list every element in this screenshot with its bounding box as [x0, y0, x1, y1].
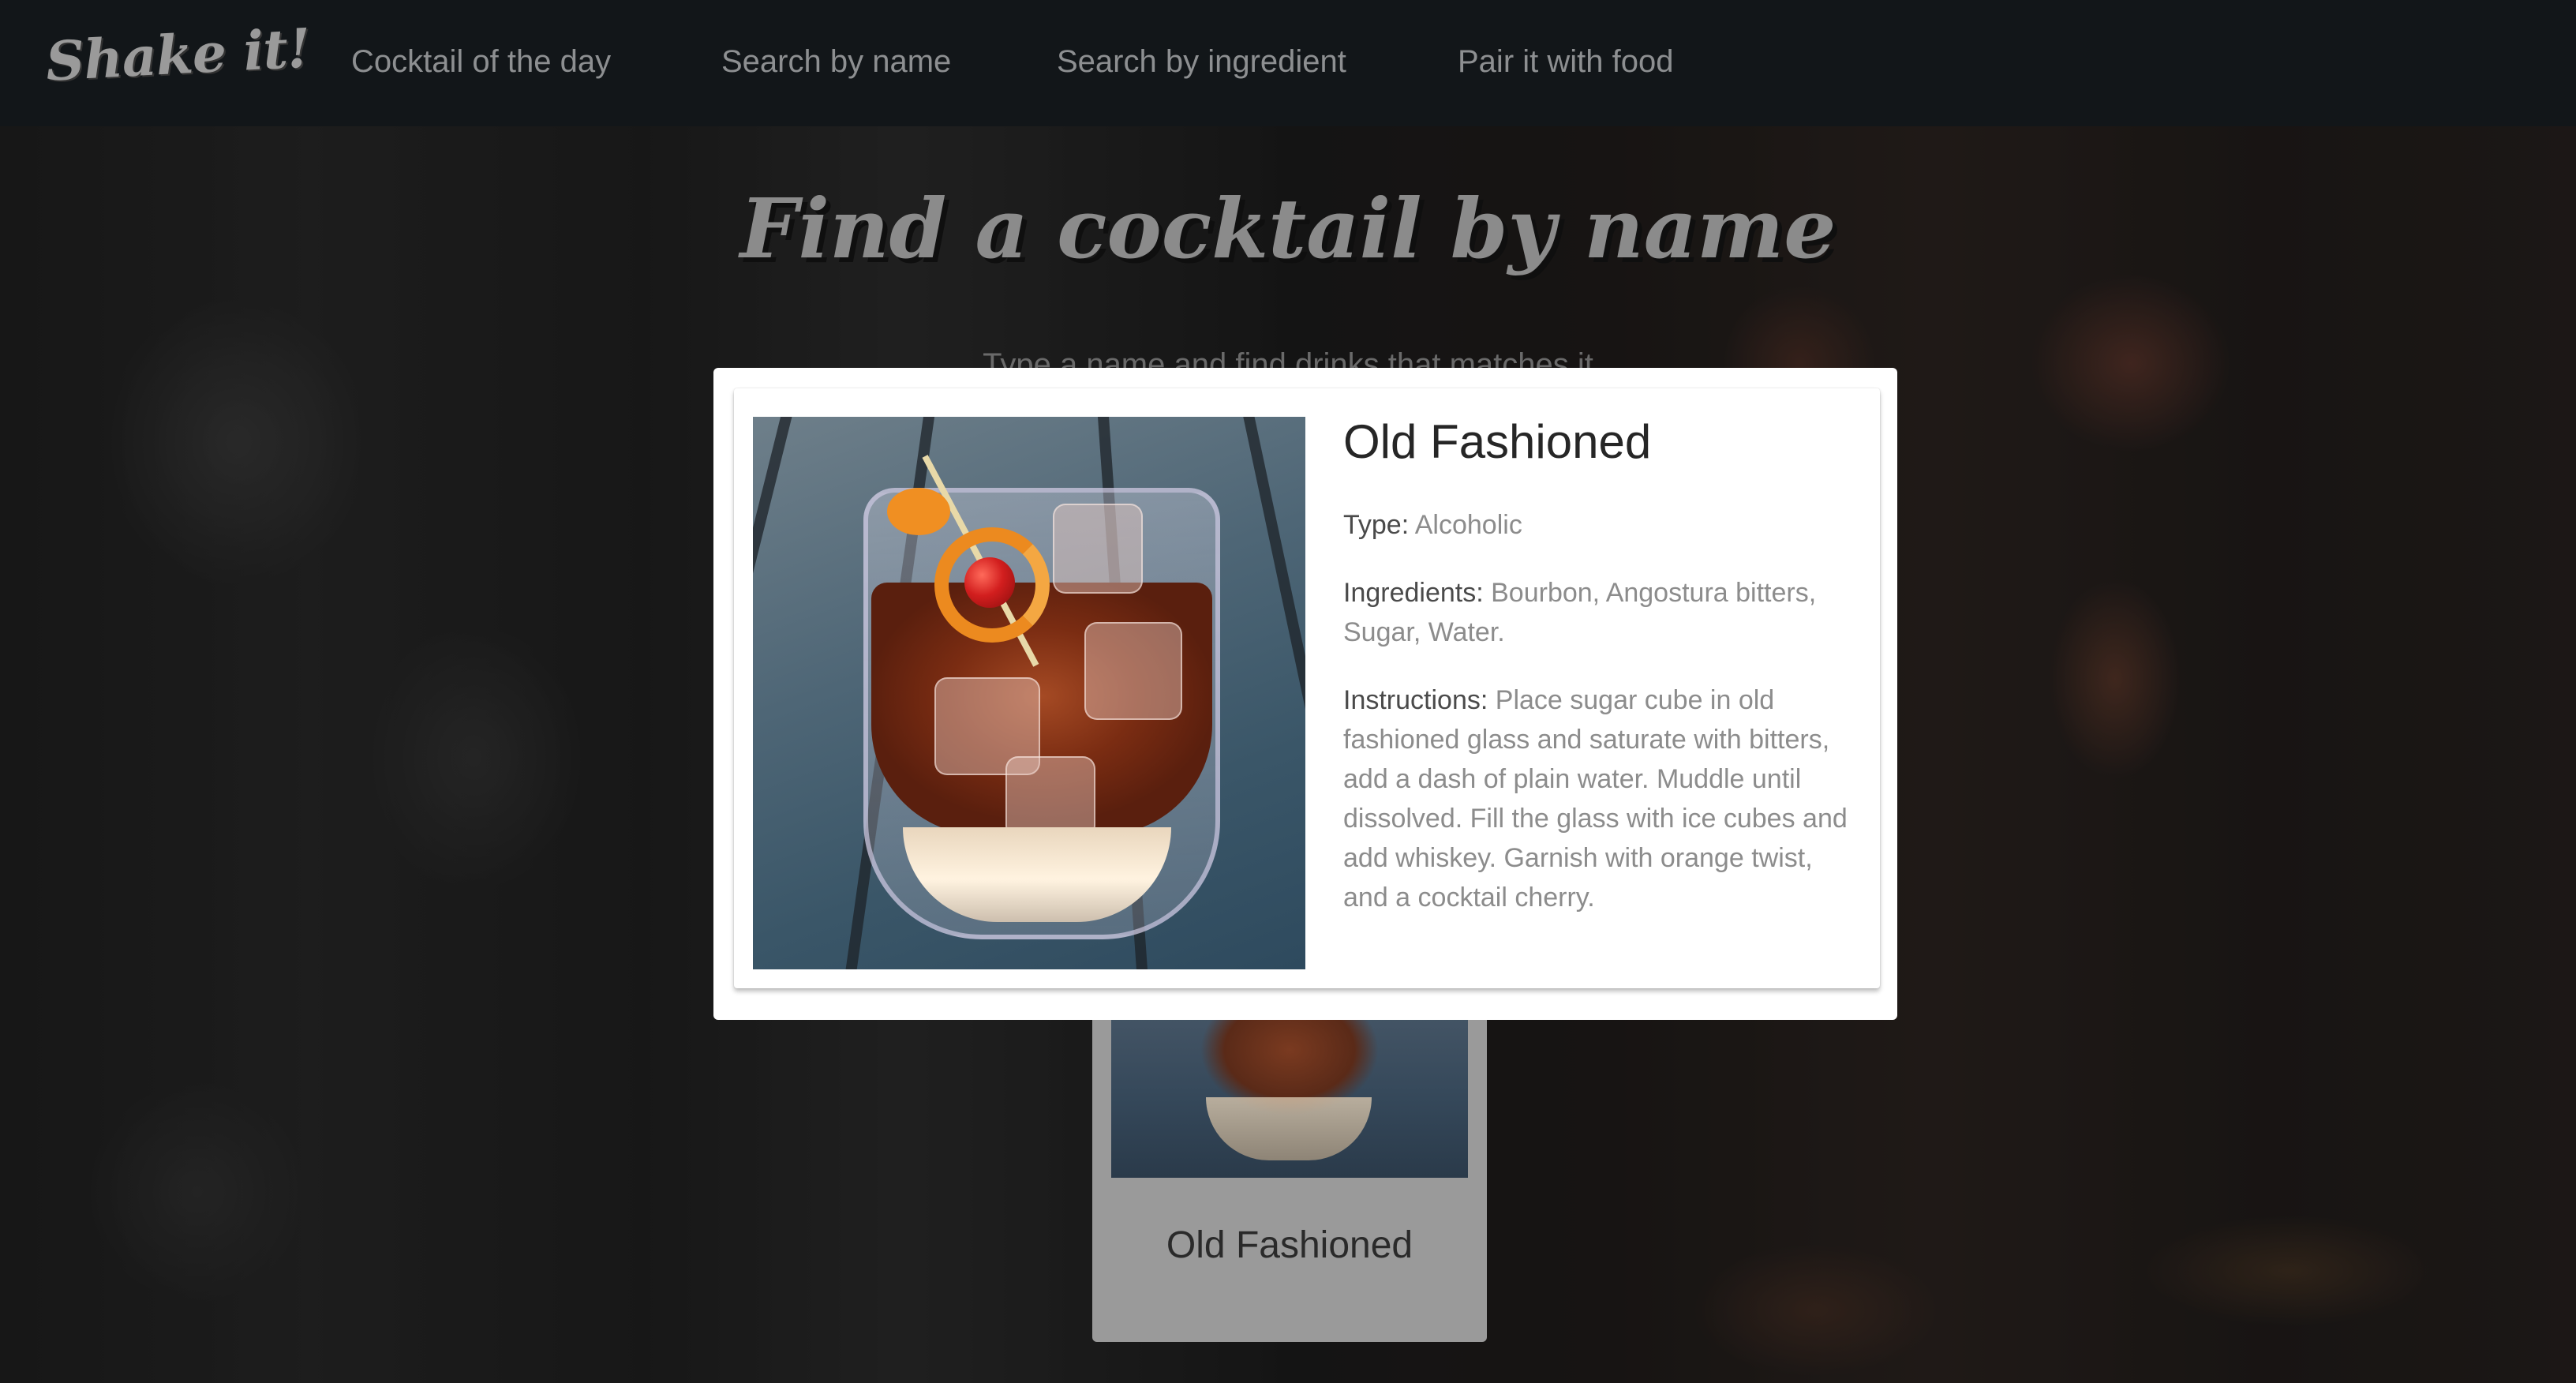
instructions-value: Place sugar cube in old fashioned glass …: [1343, 685, 1848, 913]
result-card-title: Old Fashioned: [1166, 1224, 1413, 1266]
page-title: Find a cocktail by name: [739, 180, 1837, 277]
drink-instructions: Instructions: Place sugar cube in old fa…: [1343, 680, 1864, 917]
ice-cube: [1005, 756, 1095, 838]
orange-twist: [887, 488, 950, 535]
ice-cube: [1084, 622, 1182, 720]
cocktail-cherry: [964, 557, 1015, 608]
nav-cocktail-of-the-day[interactable]: Cocktail of the day: [351, 44, 611, 80]
drink-type: Type: Alcoholic: [1343, 505, 1864, 545]
result-card[interactable]: Old Fashioned: [1092, 979, 1487, 1342]
navbar: Shake it! Cocktail of the day Search by …: [0, 0, 2576, 126]
drink-detail-modal: Old Fashioned Type: Alcoholic Ingredient…: [713, 368, 1897, 1020]
nav-search-by-ingredient[interactable]: Search by ingredient: [1057, 44, 1346, 80]
drink-ingredients: Ingredients: Bourbon, Angostura bitters,…: [1343, 573, 1864, 652]
instructions-label: Instructions:: [1343, 685, 1488, 715]
wood-plank-line: [753, 417, 811, 969]
brand-logo[interactable]: Shake it!: [44, 17, 311, 93]
type-value: Alcoholic: [1414, 510, 1522, 540]
drink-image: [753, 417, 1305, 969]
nav-pair-it-with-food[interactable]: Pair it with food: [1458, 44, 1673, 80]
nav-search-by-name[interactable]: Search by name: [721, 44, 951, 80]
glass-shape: [1206, 1097, 1372, 1160]
page: Shake it! Cocktail of the day Search by …: [0, 0, 2576, 1383]
ice-cube: [1053, 504, 1143, 594]
ingredients-label: Ingredients:: [1343, 578, 1484, 608]
wood-plank-line: [1226, 417, 1305, 969]
drink-details: Old Fashioned Type: Alcoholic Ingredient…: [1343, 404, 1864, 946]
type-label: Type:: [1343, 510, 1410, 540]
drink-detail-card: Old Fashioned Type: Alcoholic Ingredient…: [734, 388, 1880, 988]
drink-name: Old Fashioned: [1343, 415, 1652, 468]
